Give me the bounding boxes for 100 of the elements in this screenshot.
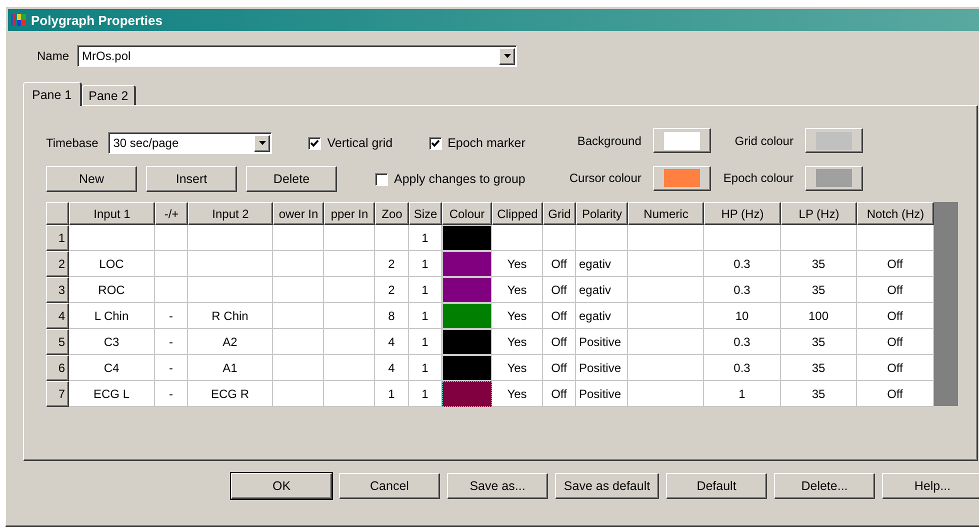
table-cell: LOC xyxy=(69,251,155,277)
column-header[interactable]: -/+ xyxy=(155,202,188,225)
table-cell: Yes xyxy=(492,303,543,329)
table-cell: 0.3 xyxy=(704,355,781,381)
table-cell: egativ xyxy=(576,277,628,303)
table-cell: Off xyxy=(543,329,576,355)
table-cell: 35 xyxy=(781,277,857,303)
colour-button[interactable] xyxy=(805,166,864,191)
table-cell: - xyxy=(155,303,188,329)
name-dropdown[interactable]: MrOs.pol xyxy=(77,45,518,67)
column-header[interactable]: HP (Hz) xyxy=(704,202,781,225)
column-header[interactable]: LP (Hz) xyxy=(781,202,857,225)
table-cell: Positive xyxy=(576,355,628,381)
name-label: Name xyxy=(37,49,70,63)
table-cell xyxy=(273,355,324,381)
checkmark-icon xyxy=(310,138,320,148)
row-action-button[interactable]: Insert xyxy=(146,166,237,192)
checkbox-square[interactable] xyxy=(428,136,442,150)
row-header[interactable]: 4 xyxy=(46,303,69,329)
table-cell: Off xyxy=(543,251,576,277)
table-cell: 8 xyxy=(375,303,409,329)
table-cell: R Chin xyxy=(188,303,273,329)
table-cell: ECG R xyxy=(188,381,273,407)
table-cell: 35 xyxy=(781,381,857,407)
colour-button[interactable] xyxy=(653,128,712,154)
column-header[interactable]: Input 2 xyxy=(188,202,273,225)
column-header[interactable]: Colour xyxy=(442,202,492,225)
dialog-button[interactable]: Cancel xyxy=(339,473,440,499)
table-cell: Yes xyxy=(492,329,543,355)
checkbox-square[interactable] xyxy=(375,172,388,186)
column-header[interactable]: Size xyxy=(409,202,442,225)
table-cell: C3 xyxy=(69,329,155,355)
table-cell: 1 xyxy=(409,355,442,381)
table-cell xyxy=(543,225,576,251)
table-cell: L Chin xyxy=(69,303,155,329)
table-cell xyxy=(324,225,375,251)
checkbox[interactable]: Vertical grid xyxy=(308,136,393,150)
checkbox[interactable]: Apply changes to group xyxy=(375,172,526,186)
colour-cell[interactable] xyxy=(442,277,492,303)
row-action-button[interactable]: Delete xyxy=(246,166,337,192)
column-header[interactable]: pper In xyxy=(324,202,375,225)
dialog-button[interactable]: Delete... xyxy=(774,473,875,499)
table-cell xyxy=(324,277,375,303)
row-header[interactable]: 5 xyxy=(46,329,69,355)
table-cell: 4 xyxy=(375,329,409,355)
table-cell: A1 xyxy=(188,355,273,381)
table-cell xyxy=(155,225,188,251)
table-cell xyxy=(273,303,324,329)
table-cell: 2 xyxy=(375,277,409,303)
table-cell: Yes xyxy=(492,251,543,277)
column-header[interactable]: Clipped xyxy=(492,202,543,225)
table-cell: Off xyxy=(543,355,576,381)
table-cell xyxy=(324,251,375,277)
table-cell: Off xyxy=(857,303,934,329)
colour-cell[interactable] xyxy=(442,355,492,381)
column-header[interactable]: Notch (Hz) xyxy=(857,202,934,225)
row-header[interactable]: 7 xyxy=(46,381,69,407)
column-header[interactable]: ower In xyxy=(273,202,324,225)
table-cell: 1 xyxy=(409,329,442,355)
table-cell: - xyxy=(155,381,188,407)
row-header[interactable]: 1 xyxy=(46,225,69,251)
table-cell xyxy=(273,225,324,251)
table-cell: Off xyxy=(543,303,576,329)
column-header[interactable]: Numeric xyxy=(628,202,704,225)
timebase-label: Timebase xyxy=(46,136,98,150)
colour-cell[interactable] xyxy=(442,225,492,251)
colour-button[interactable] xyxy=(805,128,864,154)
checkbox[interactable]: Epoch marker xyxy=(428,136,526,150)
table-cell: Off xyxy=(857,329,934,355)
colour-cell[interactable] xyxy=(442,381,492,407)
app-icon xyxy=(11,13,27,27)
colour-button[interactable] xyxy=(653,166,712,191)
dialog-button[interactable]: Save as... xyxy=(447,473,548,499)
table-cell: 0.3 xyxy=(704,277,781,303)
dialog-button[interactable]: OK xyxy=(231,473,332,499)
column-header[interactable]: Input 1 xyxy=(69,202,155,225)
table-cell xyxy=(324,303,375,329)
timebase-dropdown[interactable]: 30 sec/page xyxy=(108,132,272,154)
row-action-button[interactable]: New xyxy=(46,166,137,192)
tab[interactable]: Pane 2 xyxy=(82,85,136,105)
column-header[interactable]: Zoo xyxy=(375,202,409,225)
table-cell: Off xyxy=(857,355,934,381)
table-cell: Off xyxy=(543,381,576,407)
checkbox-square[interactable] xyxy=(308,136,322,150)
dialog-button[interactable]: Save as default xyxy=(555,473,659,499)
table-cell: Yes xyxy=(492,355,543,381)
table-cell xyxy=(324,355,375,381)
column-header[interactable]: Polarity xyxy=(576,202,628,225)
row-header[interactable]: 3 xyxy=(46,277,69,303)
tab[interactable]: Pane 1 xyxy=(23,82,82,106)
colour-cell[interactable] xyxy=(442,303,492,329)
dialog-button[interactable]: Default xyxy=(666,473,767,499)
column-header[interactable]: Grid xyxy=(543,202,576,225)
row-header[interactable]: 2 xyxy=(46,251,69,277)
colour-cell[interactable] xyxy=(442,329,492,355)
dialog-button[interactable]: Help... xyxy=(882,473,979,499)
row-header[interactable]: 6 xyxy=(46,355,69,381)
table-cell: 2 xyxy=(375,251,409,277)
table-cell: 1 xyxy=(409,225,442,251)
colour-cell[interactable] xyxy=(442,251,492,277)
